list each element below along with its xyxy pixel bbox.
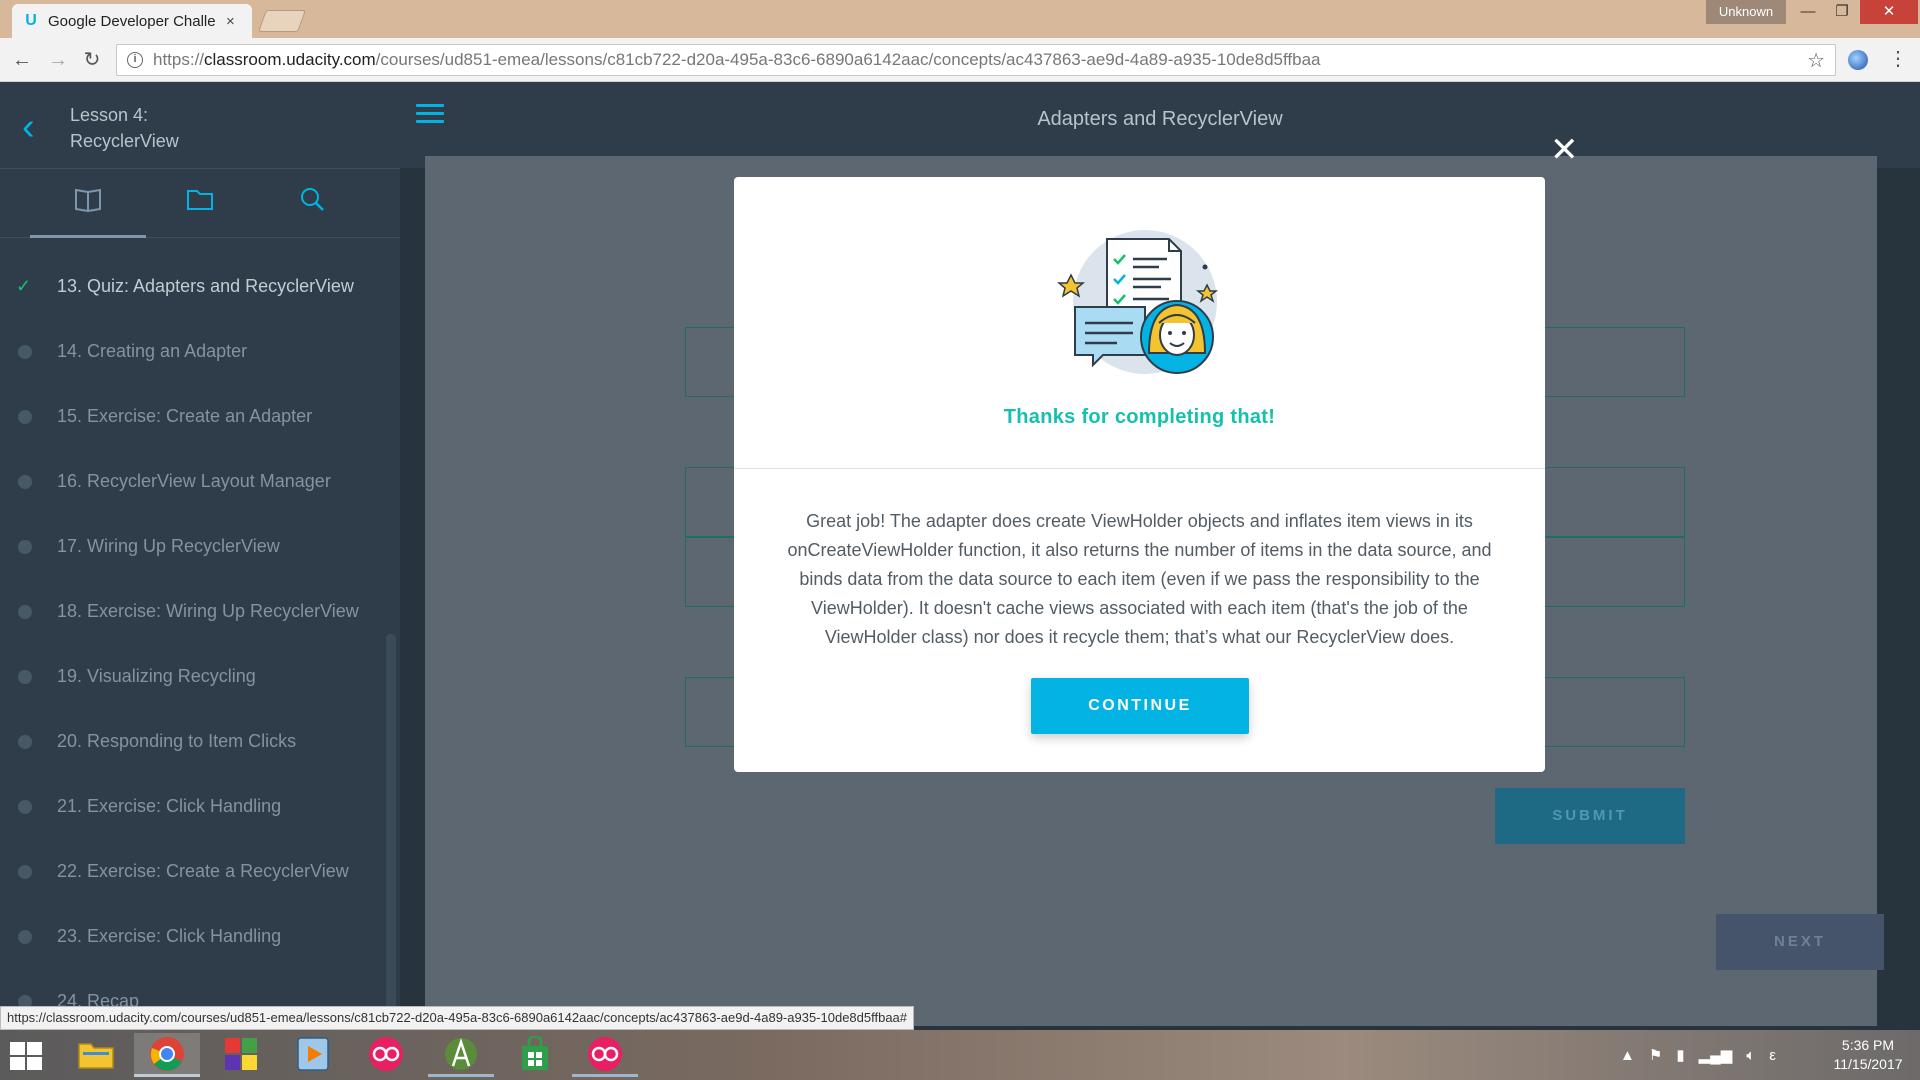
url-text: https://classroom.udacity.com/courses/ud…	[153, 50, 1321, 69]
completion-illustration-icon	[1057, 230, 1219, 374]
sidebar-concept-item[interactable]: 23. Exercise: Click Handling	[0, 904, 388, 969]
more-menu-icon[interactable]: ⋮	[1888, 46, 1908, 71]
sidebar-concept-item[interactable]: 17. Wiring Up RecyclerView	[0, 514, 388, 579]
sidebar-concept-label: 18. Exercise: Wiring Up RecyclerView	[57, 601, 359, 621]
sidebar: ✓ 13. Quiz: Adapters and RecyclerView 14. …	[0, 168, 400, 1030]
progress-dot-icon	[18, 929, 32, 944]
sidebar-tabs	[0, 168, 400, 238]
progress-dot-icon	[18, 604, 32, 619]
flag-icon[interactable]: ⚑	[1649, 1046, 1662, 1064]
system-tray: ▲ ⚑ ▮ ▂▄▆ 🔈︎ ε	[1620, 1030, 1776, 1080]
chevron-left-icon[interactable]: ‹	[22, 106, 35, 149]
window-close-icon[interactable]: ✕	[1860, 0, 1918, 24]
battery-icon[interactable]: ▮	[1676, 1046, 1684, 1064]
book-icon	[75, 188, 101, 213]
sidebar-concept-label: 15. Exercise: Create an Adapter	[57, 406, 313, 426]
browser-toolbar: ← → ↻ i https://classroom.udacity.com/co…	[0, 38, 1920, 82]
sidebar-concept-label: 17. Wiring Up RecyclerView	[57, 536, 280, 556]
concept-list: ✓ 13. Quiz: Adapters and RecyclerView 14. …	[0, 254, 388, 1030]
address-bar[interactable]: i https://classroom.udacity.com/courses/…	[116, 44, 1836, 76]
taskbar-clock[interactable]: 5:36 PM 11/15/2017	[1822, 1036, 1914, 1074]
sidebar-concept-label: 19. Visualizing Recycling	[57, 666, 256, 686]
colored-app-icon[interactable]	[208, 1033, 274, 1077]
flickr-icon[interactable]	[353, 1033, 419, 1077]
modal-heading: Thanks for completing that!	[1003, 406, 1276, 428]
sidebar-concept-label: 23. Exercise: Click Handling	[57, 926, 282, 946]
sidebar-concept-item[interactable]: 16. RecyclerView Layout Manager	[0, 449, 388, 514]
folder-icon	[187, 190, 213, 210]
volume-icon[interactable]: 🔈︎	[1746, 1047, 1755, 1064]
progress-dot-icon	[18, 344, 32, 359]
modal-feedback-text: Great job! The adapter does create ViewH…	[787, 511, 1492, 647]
modal-header: Thanks for completing that!	[734, 177, 1545, 469]
sidebar-concept-item[interactable]: 19. Visualizing Recycling	[0, 644, 388, 709]
tab-concepts[interactable]	[30, 184, 146, 238]
progress-dot-icon	[18, 799, 32, 814]
udacity-favicon-icon: U	[25, 12, 37, 29]
submit-button[interactable]: SUBMIT	[1495, 788, 1685, 844]
next-button[interactable]: NEXT	[1716, 914, 1884, 970]
sidebar-concept-item[interactable]: ✓ 13. Quiz: Adapters and RecyclerView	[0, 254, 388, 319]
windows-taskbar: ▲ ⚑ ▮ ▂▄▆ 🔈︎ ε 5:36 PM 11/15/2017	[0, 1030, 1920, 1080]
checkmark-icon: ✓	[16, 276, 32, 296]
progress-dot-icon	[18, 474, 32, 489]
sidebar-concept-item[interactable]: 14. Creating an Adapter	[0, 319, 388, 384]
chevron-up-icon[interactable]: ▲	[1620, 1047, 1635, 1064]
continue-button[interactable]: CONTINUE	[1031, 678, 1249, 734]
bookmark-star-icon[interactable]: ☆	[1807, 48, 1825, 73]
video-player-icon[interactable]	[280, 1033, 346, 1077]
lesson-title: Lesson 4: RecyclerView	[70, 105, 179, 151]
tab-title: Google Developer Challe	[48, 12, 216, 30]
sidebar-concept-label: 20. Responding to Item Clicks	[57, 731, 297, 751]
sidebar-concept-item[interactable]: 15. Exercise: Create an Adapter	[0, 384, 388, 449]
tab-resources[interactable]	[142, 184, 258, 238]
sidebar-concept-item[interactable]: 20. Responding to Item Clicks	[0, 709, 388, 774]
sidebar-scrollbar[interactable]	[386, 634, 396, 1030]
input-language-indicator[interactable]: ε	[1769, 1047, 1776, 1064]
link-status-bar: https://classroom.udacity.com/courses/ud…	[0, 1006, 915, 1030]
android-studio-icon[interactable]	[428, 1033, 494, 1077]
sidebar-concept-label: 13. Quiz: Adapters and RecyclerView	[57, 276, 354, 296]
sidebar-concept-item[interactable]: 18. Exercise: Wiring Up RecyclerView	[0, 579, 388, 644]
windows-start-icon[interactable]	[10, 1042, 44, 1070]
signal-icon[interactable]: ▂▄▆	[1699, 1046, 1733, 1064]
concept-title: Adapters and RecyclerView	[1037, 108, 1283, 130]
progress-dot-icon	[18, 409, 32, 424]
sidebar-concept-label: 22. Exercise: Create a RecyclerView	[57, 861, 349, 881]
tab-search[interactable]	[254, 184, 370, 238]
tab-close-icon[interactable]: ×	[226, 13, 235, 30]
sidebar-concept-item[interactable]: 22. Exercise: Create a RecyclerView	[0, 839, 388, 904]
forward-arrow-icon[interactable]: →	[44, 46, 72, 74]
browser-tab[interactable]: U Google Developer Challe ×	[12, 4, 252, 38]
sidebar-concept-label: 21. Exercise: Click Handling	[57, 796, 282, 816]
profile-badge[interactable]: Unknown	[1706, 0, 1786, 24]
sidebar-concept-label: 14. Creating an Adapter	[57, 341, 248, 361]
info-icon[interactable]: i	[127, 52, 143, 68]
chrome-icon[interactable]	[134, 1033, 200, 1077]
reload-icon[interactable]: ↻	[78, 46, 106, 74]
completion-modal: Thanks for completing that! Great job! T…	[734, 177, 1545, 772]
extension-icon[interactable]	[1848, 50, 1868, 70]
back-arrow-icon[interactable]: ←	[8, 46, 36, 74]
sidebar-concept-label: 16. RecyclerView Layout Manager	[57, 471, 331, 491]
new-tab-button[interactable]	[257, 10, 307, 32]
sidebar-concept-item[interactable]: 21. Exercise: Click Handling	[0, 774, 388, 839]
progress-dot-icon	[18, 539, 32, 554]
store-icon[interactable]	[502, 1033, 568, 1077]
restore-icon[interactable]: ❐	[1822, 0, 1862, 24]
search-icon	[301, 188, 324, 211]
flickr-icon[interactable]	[572, 1033, 638, 1077]
modal-close-icon[interactable]: ✕	[1550, 130, 1579, 170]
progress-dot-icon	[18, 734, 32, 749]
file-explorer-icon[interactable]	[63, 1033, 129, 1077]
browser-titlebar: U Google Developer Challe × Unknown — ❐ …	[0, 0, 1920, 38]
progress-dot-icon	[18, 669, 32, 684]
progress-dot-icon	[18, 864, 32, 879]
